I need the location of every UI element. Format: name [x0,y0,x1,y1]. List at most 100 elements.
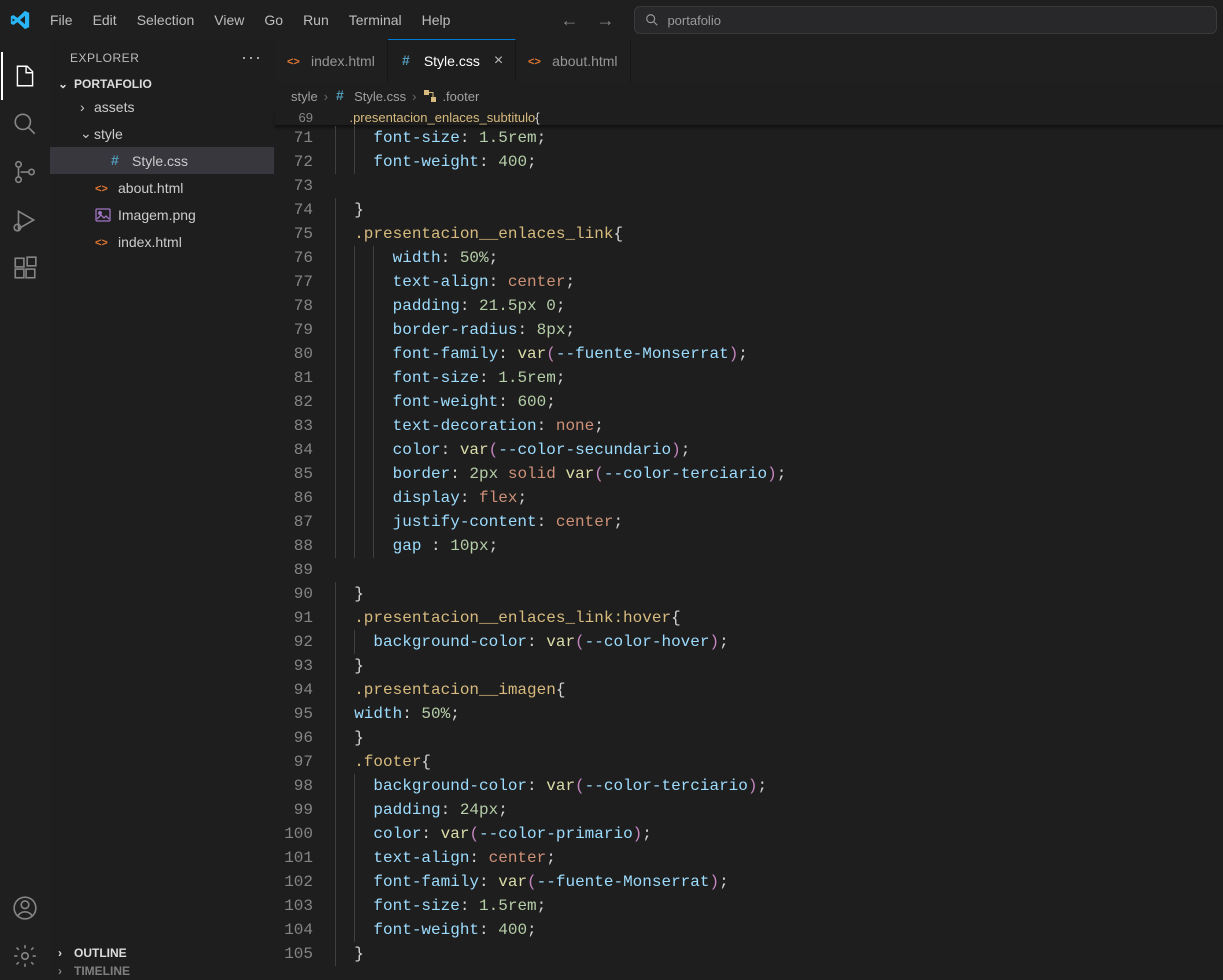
sidebar-title: EXPLORER [70,51,139,65]
code-area[interactable]: 71 font-size: 1.5rem;72 font-weight: 400… [275,126,1223,980]
tree-item[interactable]: <>about.html [50,174,274,201]
code-line[interactable]: 98 background-color: var(--color-terciar… [275,774,1223,798]
code-line[interactable]: 80 font-family: var(--fuente-Monserrat); [275,342,1223,366]
breadcrumb-item[interactable]: #Style.css [334,88,406,104]
tree-item[interactable]: ⌄style [50,120,274,147]
code-line[interactable]: 100 color: var(--color-primario); [275,822,1223,846]
code-line[interactable]: 94 .presentacion__imagen{ [275,678,1223,702]
code-line[interactable]: 75 .presentacion__enlaces_link{ [275,222,1223,246]
svg-text:<>: <> [95,183,108,195]
code-line[interactable]: 71 font-size: 1.5rem; [275,126,1223,150]
tree-item[interactable]: ›assets [50,93,274,120]
activity-scm-icon[interactable] [1,148,49,196]
tree-item-label: assets [94,99,134,115]
line-number: 76 [275,246,335,270]
code-line[interactable]: 96 } [275,726,1223,750]
breadcrumb-item[interactable]: .footer [422,88,479,104]
svg-text:<>: <> [95,237,108,249]
nav-back-icon[interactable]: ← [560,10,578,31]
timeline-section[interactable]: › TIMELINE [50,962,274,980]
menu-help[interactable]: Help [412,6,461,34]
menu-go[interactable]: Go [254,6,293,34]
activity-settings-icon[interactable] [1,932,49,980]
code-line[interactable]: 101 text-align: center; [275,846,1223,870]
image-icon [94,207,112,223]
code-line[interactable]: 93 } [275,654,1223,678]
breadcrumbs[interactable]: style›#Style.css›.footer [275,82,1223,110]
code-line[interactable]: 92 background-color: var(--color-hover); [275,630,1223,654]
code-line[interactable]: 72 font-weight: 400; [275,150,1223,174]
breadcrumb-item[interactable]: style [291,89,318,104]
code-line[interactable]: 102 font-family: var(--fuente-Monserrat)… [275,870,1223,894]
code-line[interactable]: 82 font-weight: 600; [275,390,1223,414]
line-number: 99 [275,798,335,822]
activity-explorer-icon[interactable] [1,52,49,100]
html-icon: <> [94,180,112,196]
menu-file[interactable]: File [40,6,83,34]
code-line[interactable]: 73 [275,174,1223,198]
menu-run[interactable]: Run [293,6,339,34]
code-line[interactable]: 103 font-size: 1.5rem; [275,894,1223,918]
line-number: 93 [275,654,335,678]
activity-account-icon[interactable] [1,884,49,932]
tab[interactable]: <>index.html [275,40,388,82]
code-line[interactable]: 86 display: flex; [275,486,1223,510]
sidebar-header: EXPLORER ··· [50,40,274,75]
code-line[interactable]: 91 .presentacion__enlaces_link:hover{ [275,606,1223,630]
code-line[interactable]: 74 } [275,198,1223,222]
tree-item[interactable]: <>index.html [50,228,274,255]
project-name: PORTAFOLIO [74,77,152,91]
code-line[interactable]: 99 padding: 24px; [275,798,1223,822]
code-line[interactable]: 81 font-size: 1.5rem; [275,366,1223,390]
activity-debug-icon[interactable] [1,196,49,244]
code-line[interactable]: 76 width: 50%; [275,246,1223,270]
chevron-right-icon: › [58,946,70,960]
code-line[interactable]: 78 padding: 21.5px 0; [275,294,1223,318]
tree-item[interactable]: #Style.css [50,147,274,174]
tab[interactable]: <>about.html [516,40,630,82]
line-number: 78 [275,294,335,318]
line-number: 96 [275,726,335,750]
code-line[interactable]: 85 border: 2px solid var(--color-terciar… [275,462,1223,486]
nav-buttons: ← → [560,10,614,31]
line-number: 104 [275,918,335,942]
line-number: 77 [275,270,335,294]
menu-terminal[interactable]: Terminal [339,6,412,34]
code-line[interactable]: 105 } [275,942,1223,966]
sidebar-more-icon[interactable]: ··· [241,47,262,68]
activity-extensions-icon[interactable] [1,244,49,292]
editor-area: <>index.html #Style.css × <>about.html styl… [275,40,1223,980]
code-line[interactable]: 88 gap : 10px; [275,534,1223,558]
code-line[interactable]: 104 font-weight: 400; [275,918,1223,942]
line-number: 71 [275,126,335,150]
tree-item[interactable]: Imagem.png [50,201,274,228]
tab-label: Style.css [424,53,480,69]
line-number: 83 [275,414,335,438]
activity-search-icon[interactable] [1,100,49,148]
tree-item-label: Imagem.png [118,207,196,223]
close-icon[interactable]: × [494,52,503,70]
code-line[interactable]: 89 [275,558,1223,582]
code-line[interactable]: 77 text-align: center; [275,270,1223,294]
tab[interactable]: #Style.css× [388,39,516,81]
menu-view[interactable]: View [204,6,254,34]
code-line[interactable]: 95 width: 50%; [275,702,1223,726]
titlebar: FileEditSelectionViewGoRunTerminalHelp ←… [0,0,1223,40]
outline-section[interactable]: › OUTLINE [50,944,274,962]
tree-item-label: Style.css [132,153,188,169]
code-line[interactable]: 97 .footer{ [275,750,1223,774]
code-line[interactable]: 79 border-radius: 8px; [275,318,1223,342]
sticky-scroll[interactable]: 69 .presentacion_enlaces_subtitulo{ [275,110,1223,126]
menu-edit[interactable]: Edit [83,6,127,34]
code-line[interactable]: 84 color: var(--color-secundario); [275,438,1223,462]
line-number: 88 [275,534,335,558]
menu-selection[interactable]: Selection [127,6,205,34]
line-number: 73 [275,174,335,198]
code-line[interactable]: 83 text-decoration: none; [275,414,1223,438]
code-line[interactable]: 90 } [275,582,1223,606]
nav-forward-icon[interactable]: → [596,10,614,31]
tree-project-header[interactable]: ⌄ PORTAFOLIO [50,75,274,93]
code-line[interactable]: 87 justify-content: center; [275,510,1223,534]
command-center[interactable]: portafolio [634,6,1217,34]
line-number: 94 [275,678,335,702]
